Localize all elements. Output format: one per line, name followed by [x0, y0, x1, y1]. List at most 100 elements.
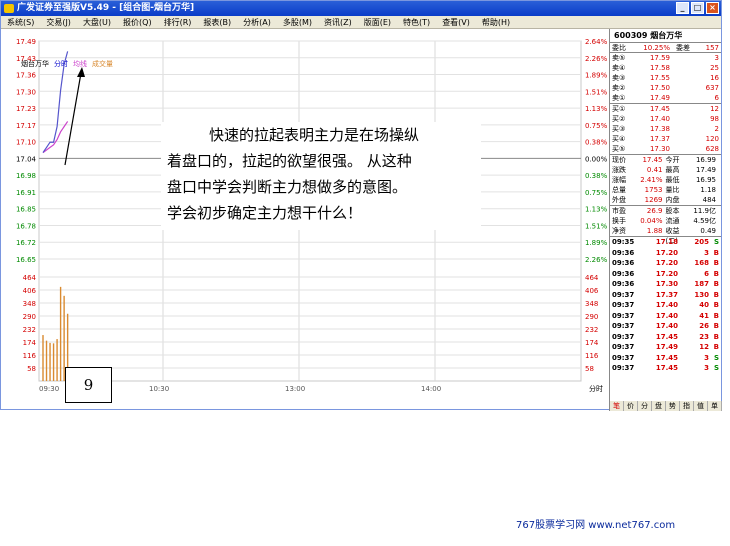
vol-tick-label-right: 116	[585, 352, 599, 360]
tick-row: 09:37 17.45 3 S	[610, 353, 721, 364]
buy-level: 买③	[612, 125, 626, 133]
buy-level: 买⑤	[612, 145, 626, 153]
menu-item-10[interactable]: 特色(T)	[397, 16, 436, 28]
price-tick-label: 16.78	[16, 222, 36, 230]
stock-header: 600309 烟台万华	[610, 29, 721, 43]
tick-row: 09:37 17.49 12 B	[610, 342, 721, 353]
quote-panel: 600309 烟台万华 委比 10.25% 委差 157 卖⑤ 17.59 3 卖④ 1…	[609, 29, 722, 411]
tick-side: S	[713, 353, 719, 362]
tick-price: 17.45	[655, 364, 678, 372]
time-tick-label: 14:00	[421, 385, 441, 393]
buy-volume: 12	[710, 105, 719, 113]
title-bar: 广发证券至强版V5.49 - [组合图-烟台万华] _ □ ×	[1, 1, 721, 16]
panel-tab[interactable]: 分	[638, 401, 652, 411]
panel-tab[interactable]: 指	[680, 401, 694, 411]
close-button[interactable]: ×	[706, 2, 719, 14]
legend-mode[interactable]: 分时	[54, 59, 68, 69]
panel-tab[interactable]: 单	[708, 401, 722, 411]
panel-tab[interactable]: 盘	[652, 401, 666, 411]
quote-value: 1269	[644, 196, 663, 204]
buy-row[interactable]: 买① 17.45 12	[610, 104, 721, 114]
buy-price: 17.30	[649, 145, 670, 153]
tick-row: 09:37 17.40 26 B	[610, 321, 721, 332]
tick-side: B	[713, 248, 719, 257]
time-tick-label: 10:30	[149, 385, 169, 393]
menu-item-8[interactable]: 资讯(Z)	[318, 16, 358, 28]
tick-row: 09:36 17.20 3 B	[610, 248, 721, 259]
panel-tab[interactable]: 价	[624, 401, 638, 411]
sell-level: 卖③	[612, 74, 626, 82]
fund-label: 换手	[612, 217, 626, 225]
tick-side: S	[713, 238, 719, 246]
panel-tab[interactable]: 势	[666, 401, 680, 411]
tick-price: 17.40	[655, 322, 678, 330]
menu-item-9[interactable]: 版面(E)	[358, 16, 397, 28]
pct-tick-label: 0.75%	[585, 189, 608, 197]
sell-book: 卖⑤ 17.59 3 卖④ 17.58 25 卖③ 17.55 16 卖② 17.50 637 卖① 17…	[610, 53, 721, 104]
menu-item-11[interactable]: 查看(V)	[436, 16, 476, 28]
menu-item-5[interactable]: 报表(B)	[197, 16, 237, 28]
pct-tick-label: 2.26%	[585, 55, 608, 63]
diff-value: 157	[705, 44, 719, 52]
vol-tick-label: 232	[23, 326, 36, 334]
menu-item-3[interactable]: 报价(Q)	[117, 16, 158, 28]
sell-row[interactable]: 卖⑤ 17.59 3	[610, 53, 721, 63]
buy-row[interactable]: 买③ 17.38 2	[610, 124, 721, 134]
stock-name: 烟台万华	[650, 31, 683, 40]
price-tick-label: 16.72	[16, 239, 36, 247]
tick-time: 09:36	[612, 269, 635, 278]
panel-tab[interactable]: 笔	[610, 401, 624, 411]
minimize-button[interactable]: _	[676, 2, 689, 14]
stock-code: 600309	[614, 31, 648, 40]
panel-tab[interactable]: 值	[694, 401, 708, 411]
menu-item-0[interactable]: 系统(S)	[1, 16, 40, 28]
quote-label: 总量	[612, 186, 626, 194]
tick-price: 17.45	[655, 332, 678, 341]
menu-item-2[interactable]: 大盘(U)	[77, 16, 117, 28]
pct-tick-label: 0.00%	[585, 155, 608, 163]
tick-time: 09:37	[612, 290, 635, 299]
menu-item-7[interactable]: 多股(M)	[277, 16, 318, 28]
fund-label: 收益(二)	[665, 227, 680, 245]
vol-tick-label-right: 464	[585, 274, 599, 282]
tick-time: 09:37	[612, 353, 635, 362]
legend-stock-name: 烟台万华	[21, 60, 49, 68]
buy-row[interactable]: 买⑤ 17.30 628	[610, 144, 721, 154]
menu-item-1[interactable]: 交易(J)	[40, 16, 77, 28]
tick-side: B	[713, 343, 719, 351]
menu-bar: 系统(S) 交易(J) 大盘(U) 报价(Q) 排行(R) 报表(B) 分析(A) 多股(M)…	[1, 16, 721, 29]
buy-row[interactable]: 买④ 17.37 120	[610, 134, 721, 144]
menu-item-12[interactable]: 帮助(H)	[476, 16, 516, 28]
vol-tick-label-right: 58	[585, 365, 594, 373]
tick-side: B	[713, 332, 719, 341]
quote-label: 内盘	[665, 196, 680, 204]
sell-row[interactable]: 卖③ 17.55 16	[610, 73, 721, 83]
vol-tick-label: 174	[23, 339, 37, 347]
price-tick-label: 17.36	[16, 72, 37, 80]
buy-price: 17.38	[649, 125, 670, 133]
price-tick-label: 16.65	[16, 256, 36, 264]
tick-time: 09:36	[612, 259, 635, 267]
time-tick-label: 13:00	[285, 385, 305, 393]
tick-row: 09:36 17.20 168 B	[610, 258, 721, 269]
tick-time: 09:36	[612, 248, 635, 257]
menu-item-4[interactable]: 排行(R)	[158, 16, 198, 28]
order-ratio-row: 委比 10.25% 委差 157	[610, 43, 721, 53]
sell-row[interactable]: 卖② 17.50 637	[610, 83, 721, 93]
vol-tick-label: 116	[23, 352, 37, 360]
vol-tick-label: 348	[23, 300, 36, 308]
tick-time: 09:37	[612, 301, 635, 309]
price-tick-label: 16.98	[16, 172, 36, 180]
fund-value: 0.04%	[640, 217, 663, 225]
buy-row[interactable]: 买② 17.40 98	[610, 114, 721, 124]
menu-item-6[interactable]: 分析(A)	[237, 16, 277, 28]
sell-row[interactable]: 卖④ 17.58 25	[610, 63, 721, 73]
buy-level: 买①	[612, 105, 626, 113]
sell-row[interactable]: 卖① 17.49 6	[610, 93, 721, 103]
quote-label: 最低	[665, 176, 680, 184]
diff-label: 委差	[676, 44, 690, 52]
tick-side: B	[713, 259, 719, 267]
fundamental-stats: 市盈 26.9 股本 11.9亿 换手 0.04% 流通 4.59亿 净资 1.88 收益(二) 0.…	[610, 206, 721, 245]
legend-vol: 成交量	[92, 60, 113, 68]
maximize-button[interactable]: □	[691, 2, 704, 14]
